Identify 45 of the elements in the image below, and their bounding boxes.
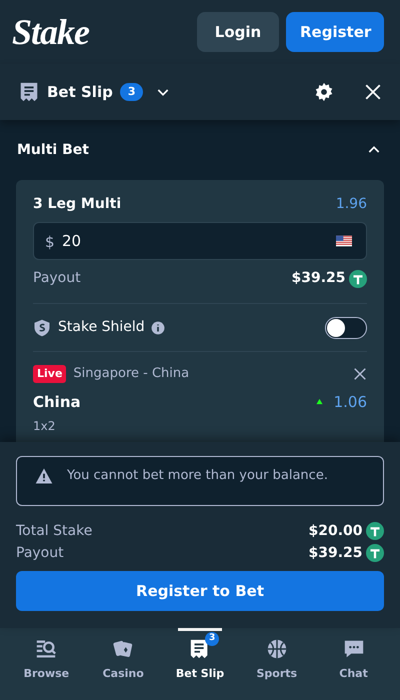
shield-icon xyxy=(33,318,51,336)
tether-coin-icon xyxy=(366,522,384,540)
register-to-bet-button[interactable]: Register to Bet xyxy=(16,571,384,611)
shield-label: Stake Shield xyxy=(58,318,145,337)
bet-title: 3 Leg Multi xyxy=(33,195,122,214)
section-title: Multi Bet xyxy=(17,140,89,160)
payout-label: Payout xyxy=(33,269,81,288)
betslip-title: Bet Slip xyxy=(47,82,113,103)
browse-icon xyxy=(35,638,58,660)
market-name: 1x2 xyxy=(33,418,56,434)
alert-message: You cannot bet more than your balance. xyxy=(67,467,328,486)
odds-value: 1.96 xyxy=(336,195,367,214)
event-name: Singapore - China xyxy=(73,365,190,383)
live-tag: Live xyxy=(33,364,66,383)
info-icon xyxy=(150,320,165,334)
total-value: $39.25 xyxy=(308,544,362,562)
total-label: Payout xyxy=(16,544,64,562)
odds-value: 1.06 xyxy=(334,392,367,412)
nav-tab[interactable]: Browse xyxy=(9,628,84,700)
close-icon[interactable] xyxy=(353,366,367,381)
register-button[interactable]: Register xyxy=(286,12,384,52)
receipt-icon xyxy=(18,81,40,103)
nav-tab[interactable]: Sports xyxy=(240,628,314,700)
login-button[interactable]: Login xyxy=(197,12,279,52)
tether-coin-icon xyxy=(349,270,367,288)
nav-tab[interactable]: Chat xyxy=(316,628,391,700)
nav-tab[interactable]: Bet Slip 3 xyxy=(162,628,237,700)
total-value: $20.00 xyxy=(308,522,362,540)
logo[interactable]: Stake xyxy=(12,14,90,50)
triangle-up-icon xyxy=(314,397,324,406)
currency-symbol: $ xyxy=(45,232,55,253)
chat-icon xyxy=(342,638,365,660)
selection-name: China xyxy=(33,392,81,412)
nav-tab[interactable]: Casino xyxy=(86,628,160,700)
count-badge: 3 xyxy=(204,632,220,646)
tether-coin-icon xyxy=(366,544,384,562)
ball-icon xyxy=(266,638,288,660)
cards-icon xyxy=(112,638,134,660)
payout-value: $39.25 xyxy=(291,269,346,288)
toggle-switch[interactable] xyxy=(325,316,367,338)
warning-icon xyxy=(35,467,53,485)
settings-icon[interactable] xyxy=(314,82,334,102)
count-badge: 3 xyxy=(120,82,144,102)
flag-icon xyxy=(333,233,355,249)
total-label: Total Stake xyxy=(16,522,92,540)
